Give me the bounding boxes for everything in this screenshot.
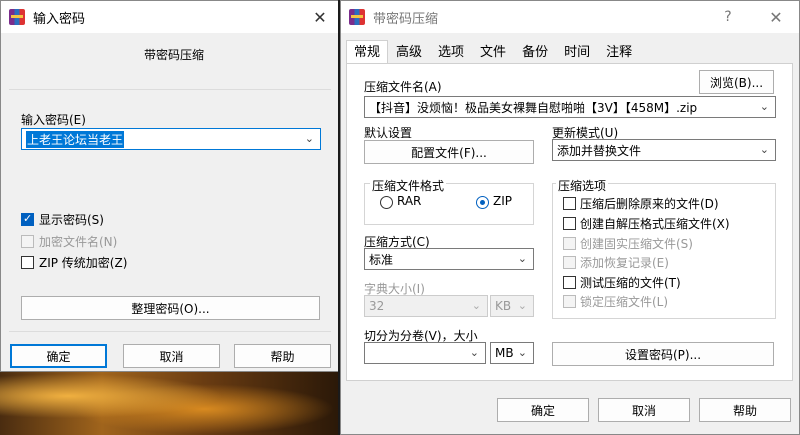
tab-options[interactable]: 选项: [430, 40, 472, 64]
options-group-label: 压缩选项: [556, 177, 609, 194]
split-unit-value: MB: [495, 346, 514, 360]
chevron-down-icon[interactable]: ⌄: [518, 346, 527, 359]
organize-passwords-button[interactable]: 整理密码(O)...: [21, 296, 320, 320]
tab-time[interactable]: 时间: [556, 40, 598, 64]
close-icon[interactable]: ✕: [300, 1, 340, 33]
chevron-down-icon: ⌄: [517, 299, 527, 312]
browse-button[interactable]: 浏览(B)...: [699, 70, 774, 94]
option-test-label[interactable]: 测试压缩的文件(T): [580, 274, 681, 291]
encrypt-filenames-label[interactable]: 加密文件名(N): [39, 233, 117, 250]
password-dialog: 输入密码 ✕ 带密码压缩 输入密码(E) 上老王论坛当老王 ⌄ 显示密码(S) …: [0, 0, 339, 372]
option-sfx-label[interactable]: 创建自解压格式压缩文件(X): [580, 215, 730, 232]
close-icon[interactable]: ✕: [756, 1, 796, 33]
encrypt-filenames-checkbox[interactable]: [21, 235, 34, 248]
password-dialog-title: 输入密码: [33, 11, 86, 27]
zip-legacy-label[interactable]: ZIP 传统加密(Z): [39, 254, 127, 271]
ok-button[interactable]: 确定: [10, 344, 107, 368]
divider: [9, 89, 331, 90]
dict-unit-value: KB: [495, 299, 512, 313]
method-select[interactable]: 标准 ⌄: [364, 248, 534, 270]
update-mode-value: 添加并替换文件: [557, 143, 642, 158]
set-password-button[interactable]: 设置密码(P)...: [552, 342, 774, 366]
profiles-button[interactable]: 配置文件(F)...: [364, 140, 534, 164]
help-button[interactable]: 帮助: [699, 398, 791, 422]
archive-name-field[interactable]: 【抖音】没烦恼！极品美女裸舞自慰啪啪【3V】【458M】.zip ⌄: [364, 96, 776, 118]
compress-dialog-title: 带密码压缩: [373, 11, 439, 27]
tab-comment[interactable]: 注释: [598, 40, 640, 64]
default-settings-label: 默认设置: [364, 126, 413, 140]
option-sfx-checkbox[interactable]: [563, 217, 576, 230]
dict-unit-select[interactable]: KB ⌄: [490, 295, 534, 317]
option-solid-label[interactable]: 创建固实压缩文件(S): [580, 235, 693, 252]
archive-name-value: 【抖音】没烦恼！极品美女裸舞自慰啪啪【3V】【458M】.zip: [369, 100, 698, 115]
option-delete-after-label[interactable]: 压缩后删除原来的文件(D): [580, 195, 719, 212]
password-label: 输入密码(E): [21, 113, 86, 127]
cancel-button[interactable]: 取消: [598, 398, 690, 422]
format-rar-radio[interactable]: [380, 196, 393, 209]
option-lock-checkbox[interactable]: [563, 295, 576, 308]
zip-legacy-checkbox[interactable]: [21, 256, 34, 269]
dict-select[interactable]: 32 ⌄: [364, 295, 488, 317]
tab-files[interactable]: 文件: [472, 40, 514, 64]
chevron-down-icon[interactable]: ⌄: [760, 100, 769, 113]
desktop-background: [0, 370, 340, 435]
password-field[interactable]: 上老王论坛当老王 ⌄: [21, 128, 321, 150]
update-mode-select[interactable]: 添加并替换文件 ⌄: [552, 139, 776, 161]
chevron-down-icon[interactable]: ⌄: [305, 132, 314, 145]
divider: [9, 331, 331, 332]
format-zip-label[interactable]: ZIP: [493, 194, 512, 208]
method-value: 标准: [369, 252, 394, 267]
format-group-label: 压缩文件格式: [370, 177, 447, 194]
tab-bar: 常规 高级 选项 文件 备份 时间 注释: [346, 40, 640, 64]
tab-backup[interactable]: 备份: [514, 40, 556, 64]
option-delete-after-checkbox[interactable]: [563, 197, 576, 210]
chevron-down-icon: ⌄: [471, 299, 481, 312]
tab-advanced[interactable]: 高级: [388, 40, 430, 64]
help-icon[interactable]: ?: [708, 1, 748, 33]
option-recovery-checkbox[interactable]: [563, 256, 576, 269]
password-value: 上老王论坛当老王: [26, 130, 125, 148]
help-button[interactable]: 帮助: [234, 344, 331, 368]
show-password-checkbox[interactable]: [21, 212, 34, 226]
archive-name-label: 压缩文件名(A): [364, 80, 442, 94]
dict-value: 32: [369, 299, 385, 313]
format-rar-label[interactable]: RAR: [397, 194, 421, 208]
chevron-down-icon[interactable]: ⌄: [760, 143, 769, 156]
option-test-checkbox[interactable]: [563, 276, 576, 289]
chevron-down-icon[interactable]: ⌄: [470, 346, 479, 359]
password-dialog-titlebar: 输入密码: [1, 1, 338, 33]
show-password-label[interactable]: 显示密码(S): [39, 211, 104, 228]
option-solid-checkbox[interactable]: [563, 237, 576, 250]
split-unit-select[interactable]: MB ⌄: [490, 342, 534, 364]
winrar-icon: [349, 9, 365, 25]
split-size-select[interactable]: ⌄: [364, 342, 486, 364]
ok-button[interactable]: 确定: [497, 398, 589, 422]
format-zip-radio[interactable]: [476, 196, 489, 209]
tab-general[interactable]: 常规: [346, 40, 389, 64]
cancel-button[interactable]: 取消: [123, 344, 220, 368]
option-lock-label[interactable]: 锁定压缩文件(L): [580, 293, 668, 310]
chevron-down-icon[interactable]: ⌄: [518, 252, 527, 265]
password-dialog-subtitle: 带密码压缩: [144, 48, 205, 62]
option-recovery-label[interactable]: 添加恢复记录(E): [580, 254, 669, 271]
winrar-icon: [9, 9, 25, 25]
